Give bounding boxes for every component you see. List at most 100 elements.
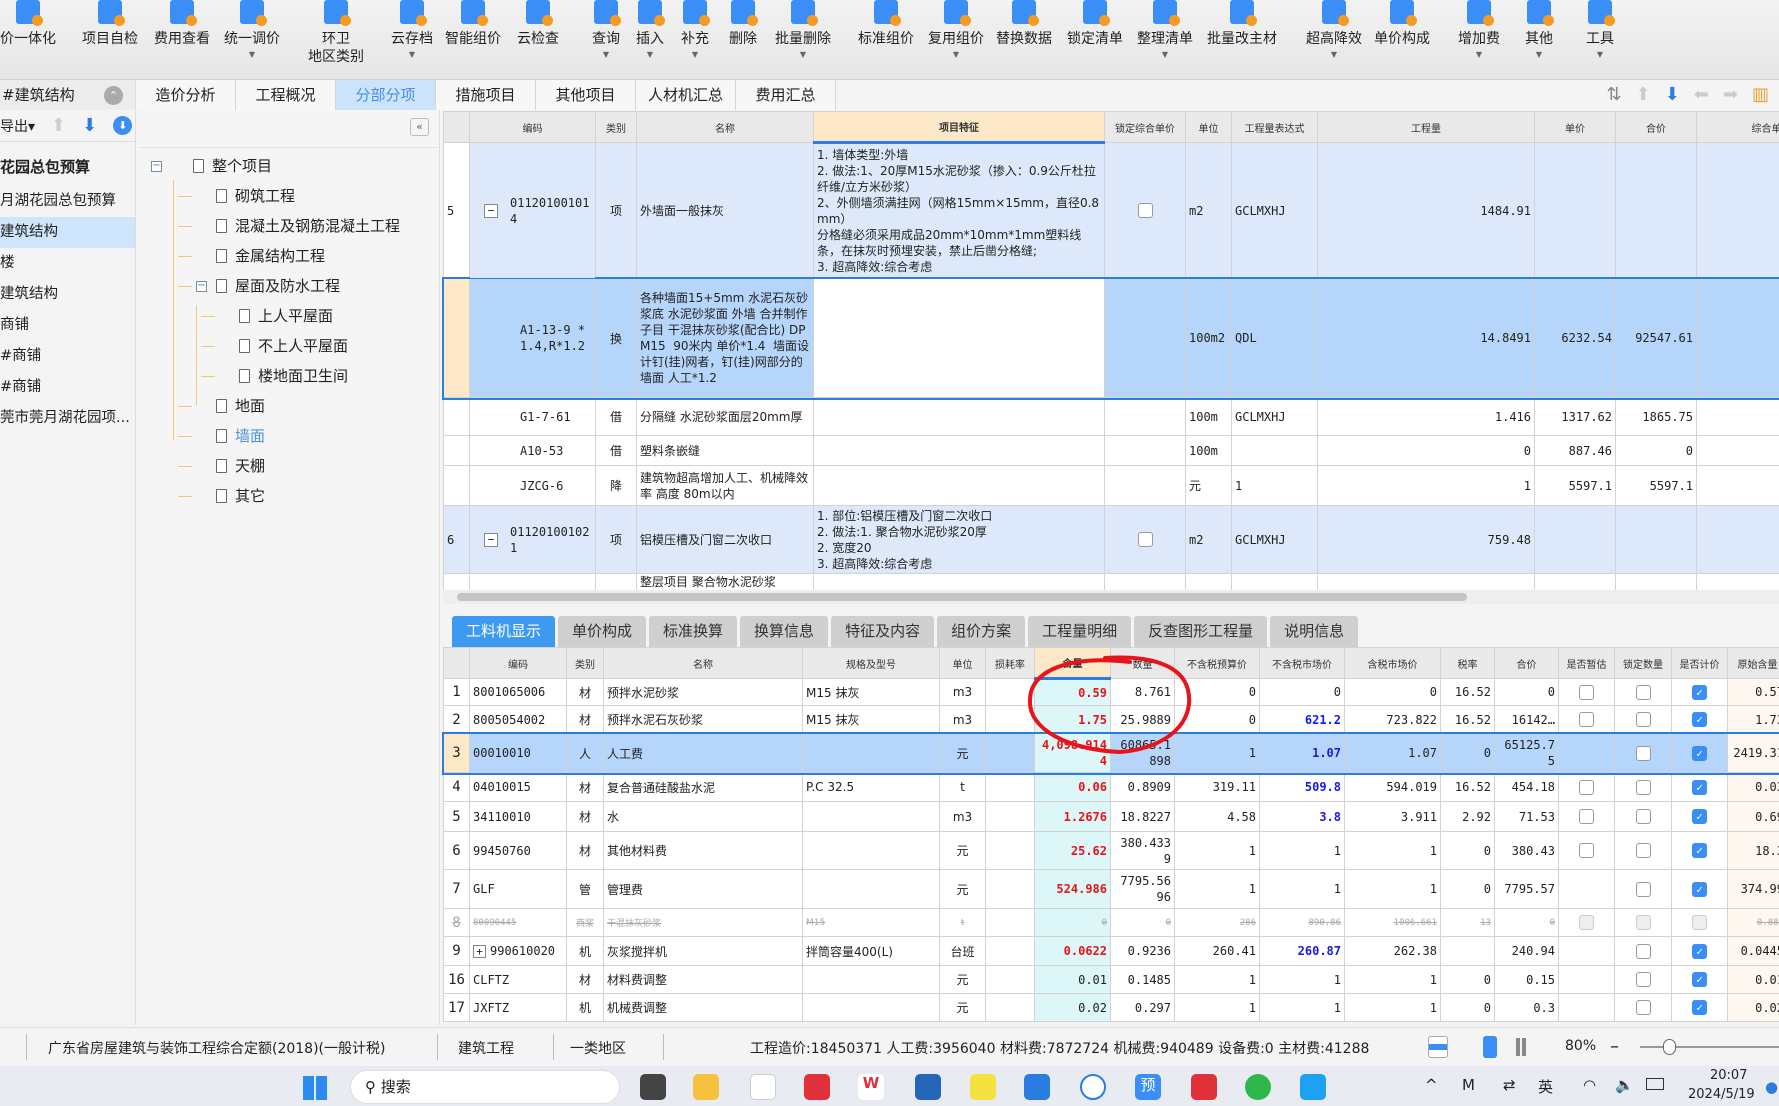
table-row[interactable]: 7 GLF 管管理费元 524.986 7795.5696 1 1 1 0 7795.57 ✓ 374… [443,869,1779,909]
lock-quantity-checkbox[interactable] [1635,915,1651,930]
table-row[interactable]: A1-13-9 *1.4,R*1.2 换各种墙面15+5mm 水泥石灰砂浆底 水泥… [441,276,1779,400]
collapse-panel-button[interactable]: « [410,118,429,136]
zoom-out-button[interactable]: – [1610,1036,1619,1057]
volume-icon[interactable]: 🔈 [1615,1076,1634,1094]
column-header-total-price[interactable]: 合价 [1615,111,1697,143]
toolbar-button[interactable]: 标准组价 [846,0,926,48]
pdf-icon[interactable] [1191,1074,1217,1100]
tree-node[interactable]: 金属结构工程 [216,243,325,269]
is-estimate-checkbox[interactable] [1579,915,1594,930]
toolbar-button[interactable]: 替换数据 [984,0,1064,48]
tab-5[interactable]: 人材机汇总 [636,80,736,110]
column-header-name[interactable]: 名称 [636,111,814,143]
sort-icon[interactable]: ⇅ [1607,84,1622,105]
taskbar-search[interactable]: ⚲ 搜索 [350,1070,620,1104]
cell-lock-quantity[interactable] [1614,908,1672,937]
left-arrow-icon[interactable]: ⬅ [1694,84,1709,105]
tray-m-icon[interactable]: M [1462,1076,1475,1094]
column-header-tax-market-price[interactable]: 含税市场价 [1344,647,1441,679]
table-row[interactable]: 6−011201001021 项铝模压槽及门窗二次收口 1. 部位:铝模压槽及门窗二… [443,505,1779,574]
column-header-spec[interactable]: 规格及型号 [802,647,940,679]
cell-is-estimate[interactable] [1558,965,1615,994]
clock-time[interactable]: 20:07 [1710,1068,1747,1083]
collapse-node-icon[interactable]: − [151,161,162,172]
app-arrow-icon[interactable] [1024,1074,1050,1100]
column-header-quantity[interactable]: 工程量 [1317,111,1535,143]
tree-node[interactable]: 楼地面卫生间 [239,363,348,389]
collapse-row-icon[interactable]: − [484,203,498,218]
cell-is-priced[interactable]: ✓ [1671,801,1728,832]
project-nav-item[interactable]: 建筑结构 [0,217,135,248]
cell-is-priced[interactable]: ✓ [1671,678,1728,706]
lock-quantity-checkbox[interactable] [1635,972,1651,987]
project-nav-item[interactable]: 商铺 [0,310,135,341]
cell-is-estimate[interactable] [1558,705,1615,734]
detail-tab-0[interactable]: 工料机显示 [452,616,556,647]
toolbar-button[interactable]: 整理清单 ▼ [1125,0,1205,59]
right-arrow-icon[interactable]: ➡ [1723,84,1738,105]
table-row[interactable]: 6 99450760 材其他材料费元 25.62 380.4339 1 1 1 0 380.43 ✓… [443,831,1779,870]
cell-is-priced[interactable]: ✓ [1671,705,1728,734]
notification-bell-icon[interactable]: ● [1765,1078,1778,1096]
column-header-category[interactable]: 类别 [566,647,604,679]
lock-checkbox[interactable] [1137,203,1153,218]
cell-is-estimate[interactable] [1558,908,1615,937]
cell-is-priced[interactable]: ✓ [1671,772,1728,802]
view-split-icon[interactable] [1483,1036,1497,1058]
battery-icon[interactable] [1646,1078,1664,1090]
table-row[interactable]: 9 +990610020 机灰浆搅拌机 拌筒容量400(L) 台班 0.0622 0.923… [443,936,1779,966]
cell-is-priced[interactable] [1671,908,1728,937]
down-arrow-icon[interactable]: ⬇ [1665,84,1680,105]
cell-is-estimate[interactable] [1558,869,1615,909]
column-header-is-estimate[interactable]: 是否暂估 [1558,647,1615,679]
lock-quantity-checkbox[interactable] [1635,943,1651,959]
toolbar-button[interactable]: 锁定清单 [1055,0,1135,48]
column-header-code[interactable]: 编码 [469,647,567,679]
column-header-total[interactable]: 合价 [1494,647,1559,679]
detail-tab-3[interactable]: 换算信息 [740,616,829,647]
is-priced-checkbox[interactable] [1692,915,1707,930]
cad-icon[interactable] [915,1074,941,1100]
start-icon[interactable] [303,1076,327,1100]
cell-lock-quantity[interactable] [1614,678,1672,706]
task-view-icon[interactable] [640,1074,666,1100]
zoom-slider-thumb[interactable] [1663,1039,1676,1055]
cell-lock-price[interactable] [1104,573,1186,591]
cell-lock-quantity[interactable] [1614,965,1672,994]
cell-is-priced[interactable]: ✓ [1671,936,1728,966]
detail-tab-6[interactable]: 工程量明细 [1028,616,1132,647]
tab-0[interactable]: 造价分析 [136,80,236,110]
cell-lock-price[interactable] [1104,505,1186,574]
cell-is-estimate[interactable] [1558,772,1615,802]
table-row[interactable]: JZCG-6 降建筑物超高增加人工、机械降效率 高度 80m以内元 1 1 5597.1… [443,465,1779,506]
cell-is-estimate[interactable] [1558,936,1615,966]
collapse-row-icon[interactable]: − [484,532,498,547]
file-explorer-icon[interactable] [693,1074,719,1100]
is-priced-checkbox[interactable]: ✓ [1692,943,1707,959]
cell-is-estimate[interactable] [1558,678,1615,706]
toolbar-button[interactable]: 价一体化 [0,0,68,48]
is-priced-checkbox[interactable]: ✓ [1692,779,1707,795]
is-priced-checkbox[interactable]: ✓ [1692,745,1707,761]
project-nav-item[interactable]: 莞市莞月湖花园项... [0,403,135,434]
up-arrow-icon[interactable]: ⬆ [1636,84,1651,105]
wifi-icon[interactable]: ◠ [1583,1076,1596,1094]
column-header-unit[interactable]: 单位 [939,647,986,679]
lock-quantity-checkbox[interactable] [1635,1000,1651,1015]
table-row[interactable]: 4 04010015 材复合普通硅酸盐水泥 P.C 32.5 t 0.06 0.8909 31… [443,772,1779,802]
project-nav-item[interactable]: 楼 [0,248,135,279]
remote-app-icon[interactable] [1300,1074,1326,1100]
project-nav-item[interactable]: #商铺 [0,341,135,372]
cell-lock-quantity[interactable] [1614,801,1672,832]
column-header-quantity-expression[interactable]: 工程量表达式 [1231,111,1318,143]
wechat-icon[interactable] [1245,1074,1271,1100]
table-row[interactable]: A10-53借塑料条嵌缝100m0887.460944 [443,435,1779,466]
tree-node[interactable]: − 整个项目 [151,153,272,179]
lock-quantity-checkbox[interactable] [1635,712,1651,727]
zoom-slider[interactable] [1640,1046,1779,1048]
scrollbar-thumb[interactable] [457,593,1467,601]
toolbar-button[interactable]: 环卫 地区类别 [296,0,376,66]
is-estimate-checkbox[interactable] [1579,684,1594,700]
column-header-market-price[interactable]: 不含税市场价 [1259,647,1345,679]
cell-lock-quantity[interactable] [1614,936,1672,966]
